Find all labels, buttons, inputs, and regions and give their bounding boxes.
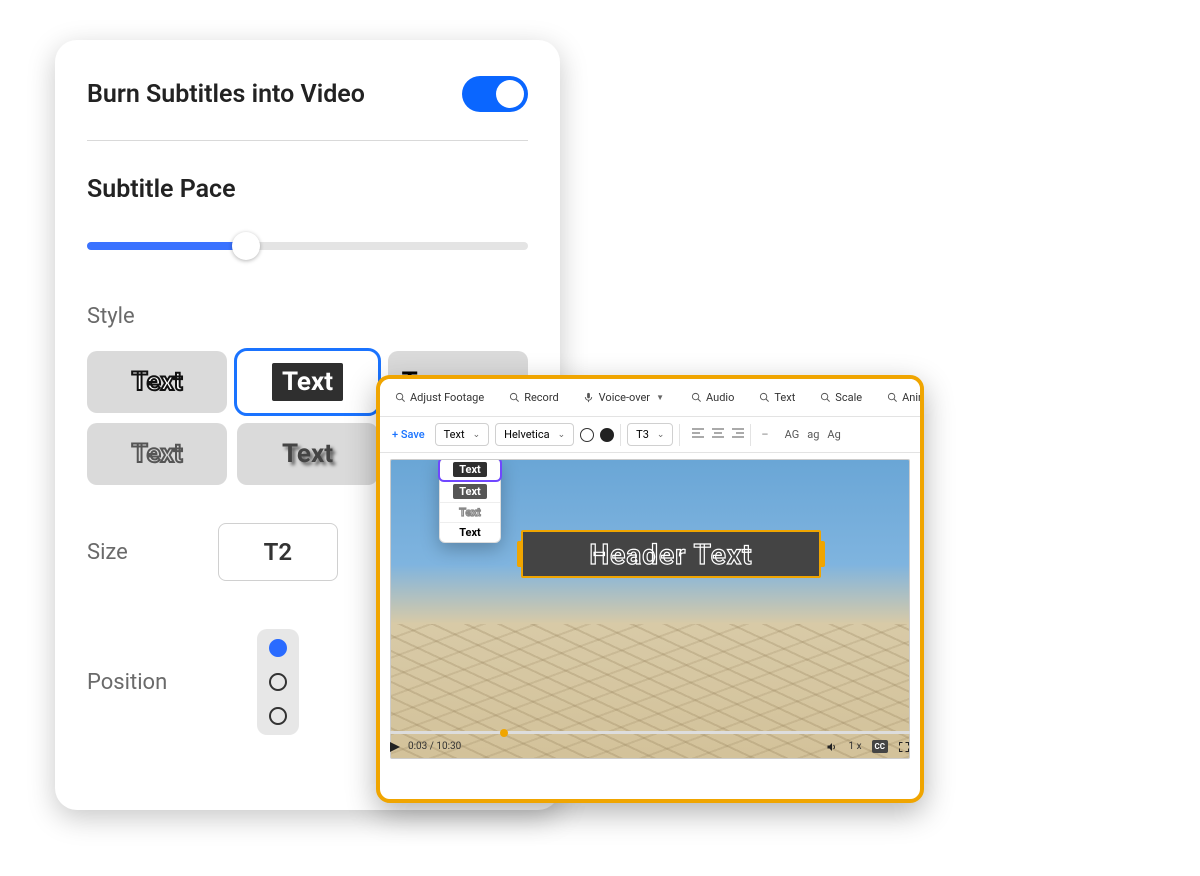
video-preview[interactable]: Text Text Text Text Header Text — [390, 459, 910, 759]
caret-down-icon: ▼ — [654, 392, 666, 404]
minus-icon[interactable]: – — [757, 428, 772, 441]
font-dropdown[interactable]: Helvetica⌄ — [495, 423, 574, 446]
canvas-area: Text Text Text Text Header Text 0:03 / 1… — [380, 459, 920, 759]
search-icon — [690, 392, 702, 404]
burn-subtitles-row: Burn Subtitles into Video — [87, 76, 528, 112]
player-bar: 0:03 / 10:30 1 x CC — [390, 731, 910, 757]
save-button[interactable]: + Save — [388, 424, 429, 445]
burn-subtitles-toggle[interactable] — [462, 76, 528, 112]
position-top[interactable] — [269, 639, 287, 657]
progress-bar[interactable] — [390, 731, 910, 734]
popover-style-outline[interactable]: Text — [440, 502, 500, 522]
text-overlay[interactable]: Header Text — [521, 530, 821, 578]
case-group: AG ag Ag — [785, 428, 841, 441]
style-label: Style — [87, 304, 528, 329]
fill-color-empty[interactable] — [580, 428, 594, 442]
case-upper[interactable]: AG — [785, 428, 800, 441]
chevron-down-icon: ⌄ — [558, 430, 566, 440]
video-editor-window: Adjust Footage Record Voice-over ▼ Audio… — [376, 375, 924, 803]
style-option-box[interactable]: Text — [237, 351, 377, 413]
chevron-down-icon: ⌄ — [473, 430, 481, 440]
divider — [87, 140, 528, 141]
slider-thumb[interactable] — [232, 232, 260, 260]
plus-icon: + — [392, 428, 398, 441]
search-icon — [886, 392, 898, 404]
subtitle-pace-label: Subtitle Pace — [87, 175, 528, 204]
position-bottom[interactable] — [269, 707, 287, 725]
text-style-dropdown[interactable]: Text⌄ — [435, 423, 489, 446]
fill-color-black[interactable] — [600, 428, 614, 442]
cc-button[interactable]: CC — [872, 740, 888, 753]
search-icon — [758, 392, 770, 404]
popover-style-plain[interactable]: Text — [440, 522, 500, 542]
toolbar-record[interactable]: Record — [500, 385, 566, 410]
separator — [750, 424, 751, 446]
popover-style-box[interactable]: Text — [440, 459, 500, 480]
slider-fill — [87, 242, 246, 250]
toolbar-scale[interactable]: Scale — [811, 385, 870, 410]
style-option-shadow[interactable]: Text — [237, 423, 377, 485]
position-middle[interactable] — [269, 673, 287, 691]
style-option-hollow[interactable]: Text — [87, 423, 227, 485]
case-title[interactable]: Ag — [827, 428, 840, 441]
mic-icon — [583, 392, 595, 404]
fullscreen-icon[interactable] — [898, 741, 910, 753]
separator — [620, 424, 621, 446]
toolbar-audio[interactable]: Audio — [682, 385, 742, 410]
editor-toolbar-secondary: + Save Text⌄ Helvetica⌄ T3⌄ – AG ag Ag — [380, 417, 920, 453]
toolbar-animation[interactable]: Animation — [878, 385, 924, 410]
search-icon — [508, 392, 520, 404]
align-left-icon[interactable] — [692, 428, 704, 441]
search-icon — [394, 392, 406, 404]
text-size-dropdown[interactable]: T3⌄ — [627, 423, 673, 446]
align-right-icon[interactable] — [732, 428, 744, 441]
separator — [679, 424, 680, 446]
style-option-outline[interactable]: Text — [87, 351, 227, 413]
case-lower[interactable]: ag — [807, 428, 819, 441]
search-icon — [819, 392, 831, 404]
toolbar-adjust-footage[interactable]: Adjust Footage — [386, 385, 492, 410]
toolbar-text[interactable]: Text — [750, 385, 803, 410]
popover-style-box2[interactable]: Text — [440, 480, 500, 502]
progress-thumb[interactable] — [500, 729, 508, 737]
editor-toolbar-primary: Adjust Footage Record Voice-over ▼ Audio… — [380, 379, 920, 417]
play-icon[interactable] — [390, 742, 400, 752]
speed-display[interactable]: 1 x — [848, 741, 861, 752]
size-label: Size — [87, 540, 128, 565]
text-overlay-content: Header Text — [589, 538, 752, 571]
burn-subtitles-label: Burn Subtitles into Video — [87, 80, 365, 109]
volume-icon[interactable] — [826, 741, 838, 753]
position-label: Position — [87, 670, 167, 695]
position-stack — [257, 629, 299, 735]
align-group — [692, 428, 744, 441]
subtitle-pace-slider[interactable] — [87, 232, 528, 260]
size-select[interactable]: T2 — [218, 523, 338, 581]
chevron-down-icon: ⌄ — [657, 430, 665, 440]
text-style-popover: Text Text Text Text — [439, 459, 501, 543]
align-center-icon[interactable] — [712, 428, 724, 441]
time-display: 0:03 / 10:30 — [408, 741, 461, 752]
toolbar-voiceover[interactable]: Voice-over ▼ — [575, 385, 674, 410]
